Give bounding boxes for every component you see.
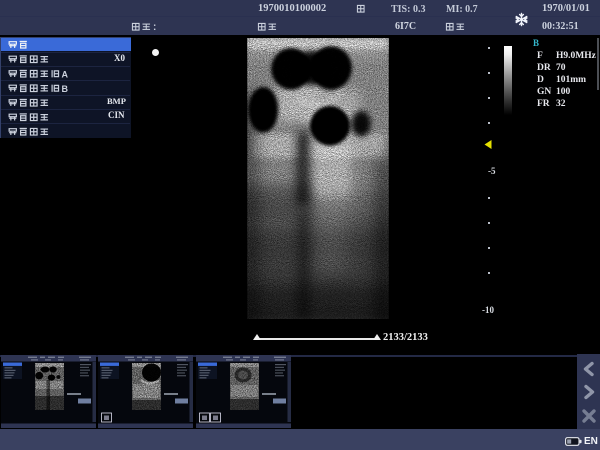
svg-text:B: B: [62, 84, 69, 94]
svg-text:A: A: [62, 70, 69, 80]
svg-text::: :: [153, 22, 156, 32]
